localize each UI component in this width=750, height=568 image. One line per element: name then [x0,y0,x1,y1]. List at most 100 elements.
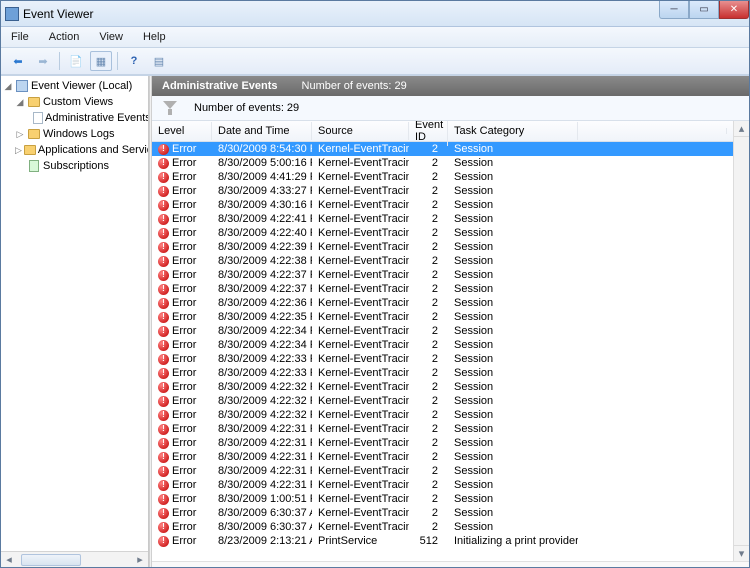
menu-help[interactable]: Help [139,29,170,45]
minimize-button[interactable]: ─ [659,1,689,19]
toolbar-separator [59,52,60,70]
refresh-button[interactable]: ▤ [148,51,170,71]
tree-custom-views[interactable]: ◢ Custom Views [1,94,148,110]
error-icon: ! [158,270,169,281]
table-row[interactable]: !Error8/30/2009 4:22:38 PMKernel-EventTr… [152,254,733,268]
date-cell: 8/30/2009 4:22:37 PM [212,269,312,281]
details-splitter[interactable] [152,561,749,567]
table-row[interactable]: !Error8/30/2009 4:22:35 PMKernel-EventTr… [152,310,733,324]
table-row[interactable]: !Error8/30/2009 5:00:16 PMKernel-EventTr… [152,156,733,170]
category-cell: Session [448,325,578,337]
scroll-up-icon[interactable]: ▴ [734,121,749,137]
menu-view[interactable]: View [95,29,127,45]
error-icon: ! [158,228,169,239]
horizontal-scrollbar[interactable]: ◂ ▸ [1,551,148,567]
date-cell: 8/30/2009 1:00:51 PM [212,493,312,505]
table-row[interactable]: !Error8/30/2009 4:30:16 PMKernel-EventTr… [152,198,733,212]
level-text: Error [172,465,196,477]
table-row[interactable]: !Error8/30/2009 4:22:31 PMKernel-EventTr… [152,478,733,492]
help-icon: ? [131,55,138,67]
titlebar[interactable]: Event Viewer ─ ▭ ✕ [1,1,749,27]
category-cell: Session [448,395,578,407]
source-cell: Kernel-EventTracing [312,241,409,253]
table-row[interactable]: !Error8/30/2009 6:30:37 AMKernel-EventTr… [152,506,733,520]
table-row[interactable]: !Error8/23/2009 2:13:21 AMPrintService51… [152,534,733,548]
table-row[interactable]: !Error8/30/2009 4:22:33 PMKernel-EventTr… [152,366,733,380]
table-row[interactable]: !Error8/30/2009 4:22:34 PMKernel-EventTr… [152,338,733,352]
table-row[interactable]: !Error8/30/2009 4:22:41 PMKernel-EventTr… [152,212,733,226]
table-row[interactable]: !Error8/30/2009 4:22:33 PMKernel-EventTr… [152,352,733,366]
table-row[interactable]: !Error8/30/2009 4:33:27 PMKernel-EventTr… [152,184,733,198]
level-text: Error [172,339,196,351]
forward-button[interactable]: ➡ [32,51,54,71]
tree-apps-services[interactable]: ▷ Applications and Services Lo [1,142,148,158]
filter-count: Number of events: 29 [194,102,299,114]
filter-icon[interactable] [162,101,178,115]
category-cell: Session [448,255,578,267]
table-row[interactable]: !Error8/30/2009 4:22:31 PMKernel-EventTr… [152,450,733,464]
tree-admin-events[interactable]: Administrative Events [1,110,148,126]
table-row[interactable]: !Error8/30/2009 4:22:34 PMKernel-EventTr… [152,324,733,338]
error-icon: ! [158,494,169,505]
scroll-left-icon[interactable]: ◂ [1,553,17,567]
folder-icon [24,145,36,155]
help-button[interactable]: ? [123,51,145,71]
table-row[interactable]: !Error8/30/2009 4:41:29 PMKernel-EventTr… [152,170,733,184]
table-row[interactable]: !Error8/30/2009 4:22:39 PMKernel-EventTr… [152,240,733,254]
table-row[interactable]: !Error8/30/2009 4:22:32 PMKernel-EventTr… [152,394,733,408]
expand-icon[interactable]: ▷ [15,145,22,156]
show-tree-button[interactable]: 📄 [65,51,87,71]
back-button[interactable]: ⬅ [7,51,29,71]
collapse-icon[interactable]: ◢ [15,97,25,108]
table-row[interactable]: !Error8/30/2009 4:22:37 PMKernel-EventTr… [152,282,733,296]
table-row[interactable]: !Error8/30/2009 4:22:40 PMKernel-EventTr… [152,226,733,240]
eventid-cell: 2 [409,395,448,407]
col-source[interactable]: Source [312,122,409,140]
table-row[interactable]: !Error8/30/2009 4:22:31 PMKernel-EventTr… [152,464,733,478]
filter-row: Number of events: 29 [152,96,749,121]
eventid-cell: 512 [409,535,448,547]
table-row[interactable]: !Error8/30/2009 1:00:51 PMKernel-EventTr… [152,492,733,506]
source-cell: Kernel-EventTracing [312,493,409,505]
level-text: Error [172,213,196,225]
scroll-right-icon[interactable]: ▸ [132,553,148,567]
source-cell: Kernel-EventTracing [312,409,409,421]
col-category[interactable]: Task Category [448,122,578,140]
table-row[interactable]: !Error8/30/2009 4:22:32 PMKernel-EventTr… [152,380,733,394]
scroll-down-icon[interactable]: ▾ [734,545,749,561]
table-row[interactable]: !Error8/30/2009 4:22:31 PMKernel-EventTr… [152,422,733,436]
source-cell: Kernel-EventTracing [312,269,409,281]
vertical-scrollbar[interactable]: ▴ ▾ [733,121,749,561]
col-date[interactable]: Date and Time [212,122,312,140]
close-button[interactable]: ✕ [719,1,749,19]
collapse-icon[interactable]: ◢ [3,81,13,92]
maximize-button[interactable]: ▭ [689,1,719,19]
category-cell: Session [448,367,578,379]
table-row[interactable]: !Error8/30/2009 4:22:37 PMKernel-EventTr… [152,268,733,282]
error-icon: ! [158,144,169,155]
properties-button[interactable]: ▦ [90,51,112,71]
scroll-track[interactable] [734,137,749,545]
tree-root[interactable]: ◢ Event Viewer (Local) [1,78,148,94]
category-cell: Session [448,171,578,183]
table-row[interactable]: !Error8/30/2009 4:22:36 PMKernel-EventTr… [152,296,733,310]
tree-subscriptions[interactable]: Subscriptions [1,158,148,174]
toolbar: ⬅ ➡ 📄 ▦ ? ▤ [1,48,749,75]
error-icon: ! [158,340,169,351]
pane-header: Administrative Events Number of events: … [152,76,749,96]
expand-icon[interactable]: ▷ [15,129,25,140]
level-text: Error [172,437,196,449]
table-row[interactable]: !Error8/30/2009 4:22:31 PMKernel-EventTr… [152,436,733,450]
menu-file[interactable]: File [7,29,33,45]
level-text: Error [172,395,196,407]
eventid-cell: 2 [409,171,448,183]
table-row[interactable]: !Error8/30/2009 4:22:32 PMKernel-EventTr… [152,408,733,422]
col-spacer[interactable] [578,128,727,134]
col-level[interactable]: Level [152,122,212,140]
table-row[interactable]: !Error8/30/2009 8:54:30 PMKernel-EventTr… [152,142,733,156]
tree-windows-logs[interactable]: ▷ Windows Logs [1,126,148,142]
menu-action[interactable]: Action [45,29,84,45]
eventid-cell: 2 [409,143,448,155]
scroll-thumb[interactable] [21,554,81,566]
table-row[interactable]: !Error8/30/2009 6:30:37 AMKernel-EventTr… [152,520,733,534]
